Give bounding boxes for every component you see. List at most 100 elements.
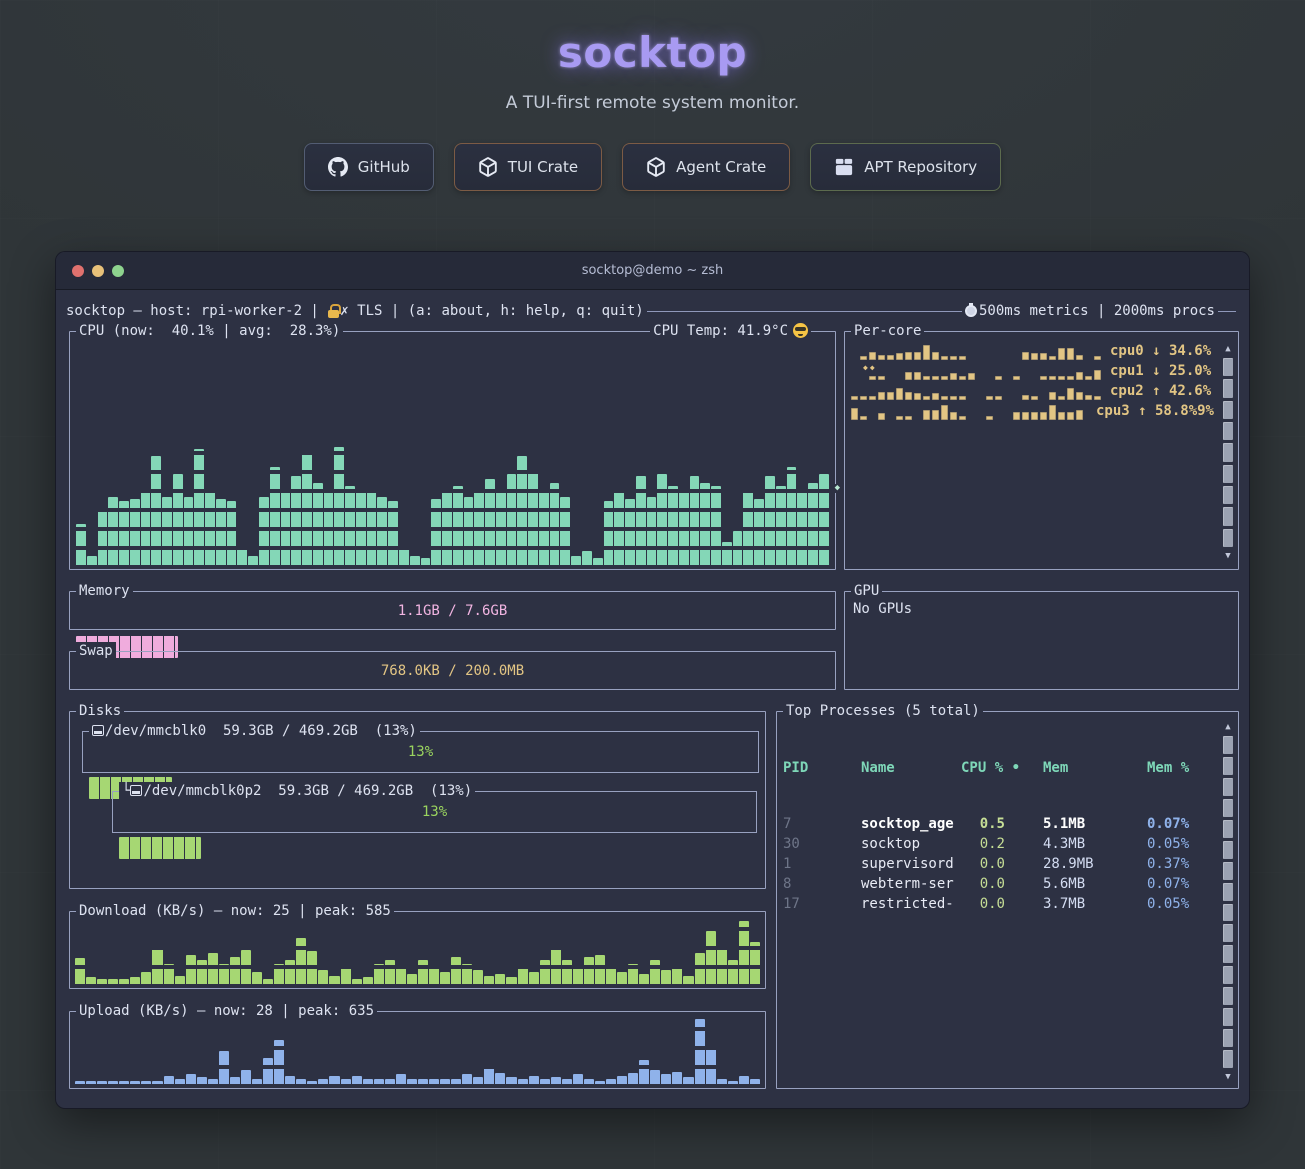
download-bar <box>197 960 207 984</box>
github-button[interactable]: GitHub <box>304 143 434 191</box>
process-row[interactable]: 17restricted-0.03.7MB0.05% <box>777 894 1216 914</box>
core-bar <box>941 356 948 360</box>
tui-crate-button[interactable]: TUI Crate <box>454 143 602 191</box>
scrollbar-thumb-block[interactable] <box>1223 841 1233 859</box>
scrollbar-track[interactable] <box>1223 358 1233 547</box>
cpu-bar <box>151 456 161 565</box>
terminal-title: socktop@demo ~ zsh <box>582 263 724 278</box>
scrollbar-thumb-block[interactable] <box>1223 904 1233 922</box>
scrollbar-thumb-block[interactable] <box>1223 1050 1233 1068</box>
per-core-scrollbar[interactable]: ▲▼ <box>1222 344 1234 561</box>
upload-bar <box>97 1081 107 1084</box>
scrollbar-thumb-block[interactable] <box>1223 486 1233 504</box>
scroll-up-icon[interactable]: ▲ <box>1225 722 1230 732</box>
scrollbar-thumb-block[interactable] <box>1223 757 1233 775</box>
upload-bar <box>119 1081 129 1084</box>
scrollbar-thumb-block[interactable] <box>1223 443 1233 461</box>
cell-mem: 4.3MB <box>1043 834 1147 854</box>
core-bar <box>995 396 1002 400</box>
upload-bar <box>473 1077 483 1084</box>
memory-panel-title: Memory <box>76 582 133 600</box>
core-bar <box>1040 353 1047 360</box>
scrollbar-thumb-block[interactable] <box>1223 799 1233 817</box>
upload-bar <box>562 1079 572 1084</box>
cpu-bar <box>593 558 603 565</box>
core-label: cpu1 ↓ 25.0% <box>1110 362 1214 380</box>
cpu-bar <box>657 474 667 565</box>
scroll-down-icon[interactable]: ▼ <box>1225 551 1230 561</box>
scrollbar-thumb-block[interactable] <box>1223 507 1233 525</box>
scrollbar-thumb-block[interactable] <box>1223 529 1233 547</box>
column-header-mem-pct[interactable]: Mem % <box>1147 758 1216 778</box>
core-bar <box>1049 405 1056 420</box>
cpu-bar <box>765 476 775 565</box>
agent-crate-button[interactable]: Agent Crate <box>622 143 790 191</box>
cpu-bar <box>345 486 355 565</box>
column-header-name[interactable]: Name <box>861 758 961 778</box>
upload-bar <box>739 1076 749 1084</box>
swap-panel-title: Swap <box>76 642 116 660</box>
scrollbar-thumb-block[interactable] <box>1223 883 1233 901</box>
scrollbar-thumb-block[interactable] <box>1223 966 1233 984</box>
scrollbar-thumb-block[interactable] <box>1223 862 1233 880</box>
swap-gauge: 768.0KB / 200.0MB <box>76 660 829 682</box>
download-bar <box>75 958 85 984</box>
maximize-window-icon[interactable] <box>112 265 124 277</box>
processes-scrollbar[interactable]: ▲▼ <box>1222 722 1234 1082</box>
scrollbar-track[interactable] <box>1223 736 1233 1068</box>
upload-bar <box>650 1070 660 1084</box>
cpu-panel: CPU (now: 40.1% | avg: 28.3%) CPU Temp: … <box>69 331 836 570</box>
hero-section: socktop A TUI-first remote system monito… <box>0 0 1305 191</box>
scrollbar-thumb-block[interactable] <box>1223 1008 1233 1026</box>
column-header-pid[interactable]: PID <box>783 758 861 778</box>
column-header-cpu[interactable]: CPU % • <box>961 758 1043 778</box>
apt-repository-button[interactable]: APT Repository <box>810 143 1001 191</box>
download-bar <box>529 972 539 984</box>
cpu-bar <box>377 497 387 565</box>
scrollbar-thumb-block[interactable] <box>1223 465 1233 483</box>
scrollbar-thumb-block[interactable] <box>1223 422 1233 440</box>
scrollbar-thumb-block[interactable] <box>1223 987 1233 1005</box>
process-row[interactable]: 1supervisord0.028.9MB0.37% <box>777 854 1216 874</box>
scrollbar-thumb-block[interactable] <box>1223 358 1233 376</box>
minimize-window-icon[interactable] <box>92 265 104 277</box>
upload-bar <box>418 1079 428 1084</box>
cpu-bar <box>776 486 786 565</box>
scrollbar-thumb-block[interactable] <box>1223 820 1233 838</box>
button-row: GitHub TUI Crate Agent Crate APT Reposit… <box>0 143 1305 191</box>
download-bar <box>97 979 107 984</box>
process-row[interactable]: 30socktop0.24.3MB0.05% <box>777 834 1216 854</box>
core-bar <box>1049 392 1056 400</box>
cpu-bar <box>507 474 517 565</box>
core-bar <box>869 376 876 380</box>
column-header-mem[interactable]: Mem <box>1043 758 1147 778</box>
scrollbar-thumb-block[interactable] <box>1223 401 1233 419</box>
scrollbar-thumb-block[interactable] <box>1223 736 1233 754</box>
cpu-bar <box>464 497 474 565</box>
cpu-bar <box>173 474 183 565</box>
process-row[interactable]: 7socktop_age0.55.1MB0.07% <box>777 814 1216 834</box>
scrollbar-thumb-block[interactable] <box>1223 778 1233 796</box>
scrollbar-thumb-block[interactable] <box>1223 945 1233 963</box>
scroll-up-icon[interactable]: ▲ <box>1225 344 1230 354</box>
upload-bar <box>462 1074 472 1084</box>
sunglasses-emoji-icon <box>793 323 808 338</box>
download-bar <box>750 942 760 984</box>
process-row[interactable]: 8webterm-ser0.05.6MB0.07% <box>777 874 1216 894</box>
cpu-bar <box>700 483 710 565</box>
scrollbar-thumb-block[interactable] <box>1223 379 1233 397</box>
scrollbar-thumb-block[interactable] <box>1223 924 1233 942</box>
swap-panel: Swap 768.0KB / 200.0MB <box>69 651 836 690</box>
cpu-bar <box>550 483 560 565</box>
core-bar <box>1058 396 1065 400</box>
top-processes-panel-title: Top Processes (5 total) <box>783 702 983 720</box>
scrollbar-thumb-block[interactable] <box>1223 1029 1233 1047</box>
download-bar <box>186 955 196 984</box>
core-bar <box>959 376 966 380</box>
scroll-down-icon[interactable]: ▼ <box>1225 1072 1230 1082</box>
download-panel: Download (KB/s) — now: 25 | peak: 585 <box>69 911 766 989</box>
upload-bar <box>495 1073 505 1084</box>
close-window-icon[interactable] <box>72 265 84 277</box>
cpu-bar <box>711 486 721 565</box>
cell-name: socktop_age <box>861 814 961 834</box>
